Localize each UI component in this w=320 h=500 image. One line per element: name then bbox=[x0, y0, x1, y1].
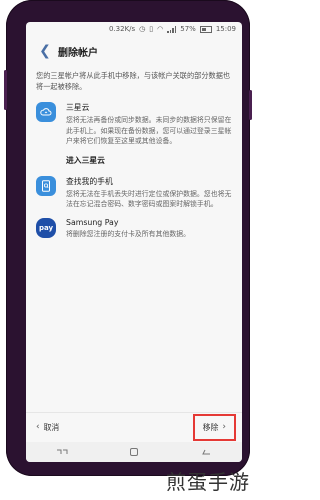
status-bar: 0.32K/s ◷ ▯ ◠ 57% 15:09 bbox=[26, 22, 242, 36]
item-description: 您将无法在手机丢失时进行定位或保护数据。您也将无法在忘记混合密码、数字密码或图案… bbox=[66, 189, 232, 209]
clock-icon: ◷ bbox=[139, 25, 146, 33]
item-title: 查找我的手机 bbox=[66, 176, 113, 186]
battery-icon bbox=[199, 25, 212, 33]
cloud-icon bbox=[36, 102, 56, 122]
intro-text: 您的三星帐户将从此手机中移除，与该帐户关联的部分数据也将一起被移除。 bbox=[36, 71, 231, 91]
chevron-left-icon: ‹ bbox=[36, 422, 40, 432]
bottom-action-bar: ‹ 取消 移除 › bbox=[26, 412, 242, 441]
app-header: ❮ 删除帐户 bbox=[26, 38, 242, 64]
watermark-text: 煎蛋手游 bbox=[166, 470, 250, 494]
back-nav-icon[interactable] bbox=[199, 447, 213, 457]
battery-percent: 57% bbox=[180, 25, 196, 33]
back-arrow-icon[interactable]: ❮ bbox=[32, 38, 58, 64]
navigation-bar bbox=[26, 442, 242, 462]
wifi-icon: ◠ bbox=[157, 25, 164, 33]
cancel-button[interactable]: ‹ 取消 bbox=[36, 422, 59, 433]
item-description: 将删除您注册的支付卡及所有其他数据。 bbox=[66, 229, 191, 238]
screen: 0.32K/s ◷ ▯ ◠ 57% 15:09 ❮ 删除帐户 您的三星帐户将从此… bbox=[26, 22, 242, 462]
main-content: 您的三星帐户将从此手机中移除，与该帐户关联的部分数据也将一起被移除。 三星云 您… bbox=[36, 70, 234, 247]
pay-icon: pay bbox=[36, 217, 56, 238]
go-to-samsung-cloud-link[interactable]: 进入三星云 bbox=[66, 155, 234, 166]
power-button bbox=[249, 90, 252, 120]
item-title: 三星云 bbox=[66, 103, 90, 112]
recent-apps-icon[interactable] bbox=[55, 447, 69, 457]
home-icon[interactable] bbox=[127, 447, 141, 457]
chevron-right-icon: › bbox=[222, 422, 226, 432]
find-phone-icon bbox=[36, 175, 56, 196]
status-time: 15:09 bbox=[215, 25, 236, 33]
signal-icon bbox=[167, 25, 177, 33]
item-description: 您将无法再备份或同步数据。未同步的数据将只保留在此手机上。如果现在备份数据，您可… bbox=[66, 116, 232, 145]
remove-button[interactable]: 移除 › bbox=[192, 413, 236, 441]
list-item-find-my-mobile: 查找我的手机 您将无法在手机丢失时进行定位或保护数据。您也将无法在忘记混合密码、… bbox=[36, 175, 234, 210]
list-item-samsung-cloud: 三星云 您将无法再备份或同步数据。未同步的数据将只保留在此手机上。如果现在备份数… bbox=[36, 102, 234, 147]
cancel-label: 取消 bbox=[43, 422, 60, 432]
list-item-samsung-pay: pay Samsung Pay 将删除您注册的支付卡及所有其他数据。 bbox=[36, 217, 234, 240]
remove-label: 移除 bbox=[202, 422, 219, 432]
volume-button bbox=[4, 70, 7, 110]
pay-icon-label: pay bbox=[38, 223, 54, 232]
item-title: Samsung Pay bbox=[66, 217, 119, 227]
mute-icon: ▯ bbox=[149, 25, 154, 33]
network-speed: 0.32K/s bbox=[108, 25, 136, 33]
page-title: 删除帐户 bbox=[58, 47, 98, 59]
phone-frame: 0.32K/s ◷ ▯ ◠ 57% 15:09 ❮ 删除帐户 您的三星帐户将从此… bbox=[4, 0, 252, 476]
